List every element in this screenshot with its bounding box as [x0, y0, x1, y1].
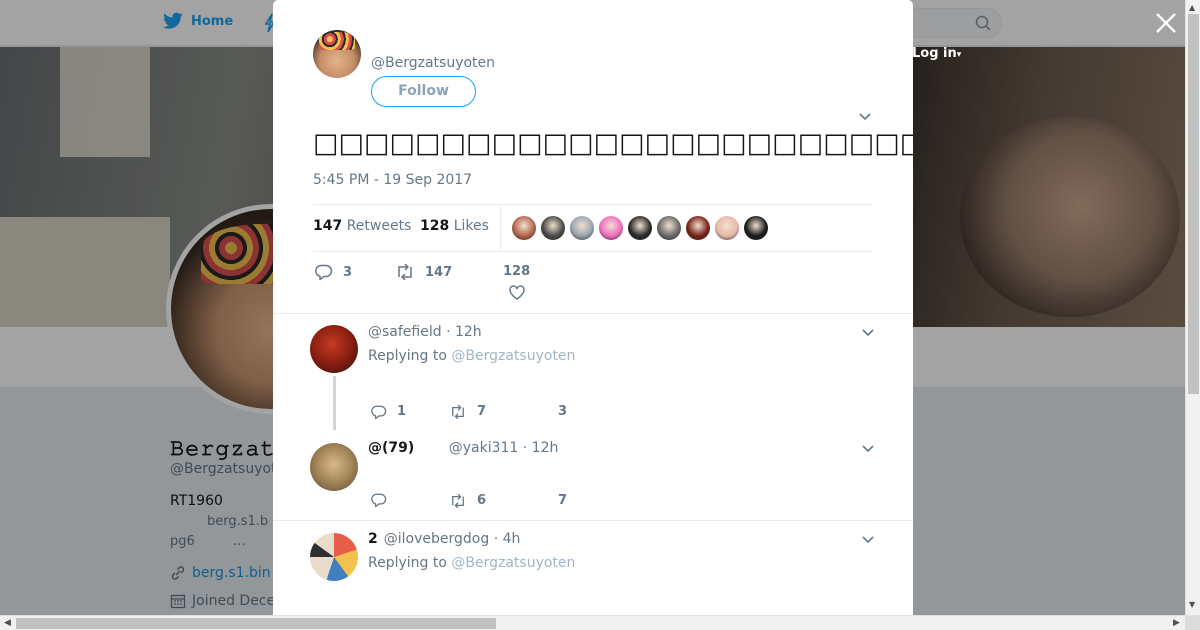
reply-handle[interactable]: @yaki311 [449, 440, 519, 456]
liker-avatar[interactable] [686, 216, 710, 240]
heart-icon [508, 285, 525, 300]
reply-header: 2 @ilovebergdog · 4h [368, 531, 520, 547]
scrollbar-corner [1185, 616, 1200, 630]
like-count: 128 [503, 264, 531, 279]
retweet-icon [452, 493, 464, 508]
like-count: 7 [558, 493, 568, 508]
chevron-down-icon[interactable] [861, 328, 875, 338]
tweet-text: □□□□□□□□□□□□□□□□□□□□□□□□□□□□□□□□□□□□□□□□… [313, 128, 913, 159]
reply-name[interactable]: 2 [368, 531, 378, 547]
reply-header: @safefield · 12h [368, 324, 482, 340]
reply-count: 3 [343, 264, 353, 280]
reply-handle[interactable]: @ilovebergdog [384, 531, 489, 547]
retweet-button[interactable]: 6 [449, 493, 486, 508]
reply-name[interactable]: @(79) [368, 440, 414, 456]
horizontal-scroll-thumb[interactable] [16, 618, 496, 629]
replying-to-prefix: Replying to [368, 348, 447, 364]
login-dropdown[interactable]: Log in▾ [912, 46, 961, 61]
retweet-icon [452, 404, 464, 419]
reply-icon [371, 493, 387, 507]
reply-button[interactable] [371, 493, 397, 507]
liker-avatar[interactable] [628, 216, 652, 240]
retweet-count: 7 [477, 404, 487, 419]
tweet-modal: @Bergzatsuyoten Follow □□□□□□□□□□□□□□□□□… [273, 0, 913, 615]
reply-button[interactable]: 3 [315, 264, 352, 280]
vertical-scrollbar[interactable]: ▲ ▼ [1185, 0, 1200, 615]
scroll-left-arrow-icon[interactable]: ◀ [4, 618, 11, 628]
reply-handle[interactable]: @safefield [368, 324, 442, 340]
horizontal-scrollbar[interactable]: ◀ ▶ [0, 615, 1200, 630]
tweet-actions: 3 147 128 [313, 262, 873, 302]
chevron-down-icon[interactable] [858, 112, 872, 122]
liker-avatar[interactable] [715, 216, 739, 240]
retweet-button[interactable]: 147 [395, 264, 452, 280]
retweet-count: 147 [425, 264, 453, 280]
retweet-button[interactable]: 7 [449, 404, 486, 419]
like-count: 3 [558, 404, 568, 419]
vertical-scroll-thumb[interactable] [1188, 14, 1199, 394]
reply-time[interactable]: · 12h [446, 324, 482, 340]
caret-down-icon: ▾ [956, 50, 962, 60]
replying-to-link[interactable]: @Bergzatsuyoten [451, 555, 575, 571]
reply-header: @(79) @yaki311 · 12h [368, 440, 558, 456]
liker-avatar[interactable] [541, 216, 565, 240]
reply-count: 1 [397, 404, 407, 419]
like-button[interactable]: 128 [503, 264, 530, 300]
reply-avatar[interactable] [310, 533, 358, 581]
reply-avatar[interactable] [310, 325, 358, 373]
reply-time[interactable]: · 12h [523, 440, 559, 456]
retweets-stat[interactable]: 147 Retweets [313, 218, 411, 234]
tweet-timestamp[interactable]: 5:45 PM - 19 Sep 2017 [313, 172, 472, 188]
retweet-icon [398, 264, 412, 280]
reply-tweet[interactable]: @safefield · 12h Replying to @Bergzatsuy… [273, 314, 913, 430]
replying-to-prefix: Replying to [368, 555, 447, 571]
reply-avatar[interactable] [310, 443, 358, 491]
likes-label: Likes [453, 218, 489, 234]
like-button[interactable]: 3 [558, 404, 567, 419]
scroll-right-arrow-icon[interactable]: ▶ [1173, 618, 1180, 628]
replying-to: Replying to @Bergzatsuyoten [368, 348, 575, 364]
chevron-down-icon[interactable] [861, 535, 875, 545]
liker-avatar[interactable] [657, 216, 681, 240]
reply-icon [315, 264, 333, 280]
liker-avatar[interactable] [599, 216, 623, 240]
stats-divider [500, 205, 501, 251]
chevron-down-icon[interactable] [861, 444, 875, 454]
tweet-stats: 147 Retweets 128 Likes [313, 204, 873, 252]
like-button[interactable]: 7 [558, 493, 567, 508]
tweet-author-avatar[interactable] [313, 30, 361, 78]
liker-avatar[interactable] [512, 216, 536, 240]
replying-to: Replying to @Bergzatsuyoten [368, 555, 575, 571]
tweet-author-handle[interactable]: @Bergzatsuyoten [371, 55, 495, 71]
likes-count: 128 [420, 218, 450, 234]
follow-button[interactable]: Follow [371, 76, 476, 107]
scroll-up-arrow-icon[interactable]: ▲ [1189, 3, 1195, 12]
login-label: Log in [912, 46, 957, 61]
liker-avatar[interactable] [570, 216, 594, 240]
liker-avatar[interactable] [744, 216, 768, 240]
likes-stat[interactable]: 128 Likes [420, 218, 489, 234]
scroll-down-arrow-icon[interactable]: ▼ [1189, 600, 1195, 609]
retweets-count: 147 [313, 218, 343, 234]
reply-tweet[interactable]: @(79) @yaki311 · 12h 6 7 [273, 430, 913, 520]
liker-avatars [512, 216, 768, 240]
reply-button[interactable]: 1 [371, 404, 406, 419]
replying-to-link[interactable]: @Bergzatsuyoten [451, 348, 575, 364]
retweets-label: Retweets [346, 218, 412, 234]
thread-line [333, 376, 336, 430]
close-icon[interactable] [1155, 12, 1177, 34]
reply-tweet[interactable]: 2 @ilovebergdog · 4h Replying to @Bergzat… [273, 521, 913, 615]
retweet-count: 6 [477, 493, 487, 508]
reply-time[interactable]: · 4h [494, 531, 521, 547]
reply-icon [371, 405, 387, 419]
